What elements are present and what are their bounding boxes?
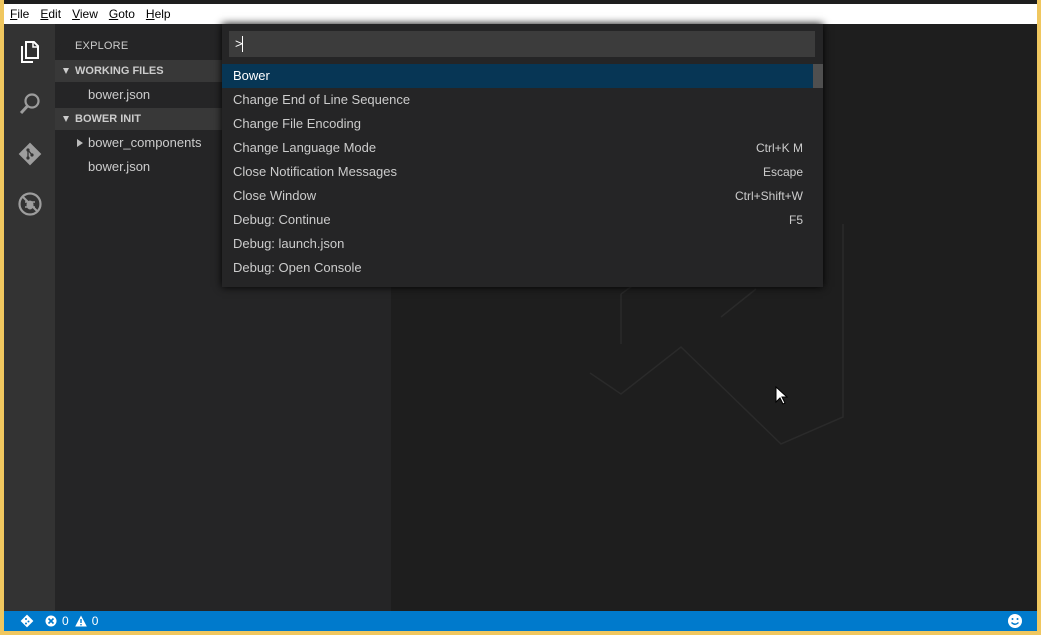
menu-view[interactable]: View [67,4,103,24]
menu-bar: File Edit View Goto Help [4,4,1037,24]
problems-indicator[interactable]: 0 0 [45,611,98,631]
tree-item-label: bower.json [88,159,151,174]
command-keybinding: F5 [788,213,803,227]
menu-help-label: elp [154,7,171,21]
command-keybinding: Escape [762,165,803,179]
command-item-debug-continue[interactable]: Debug: Continue F5 [222,208,815,232]
error-icon [45,615,57,627]
working-files-header-label: WORKING FILES [75,65,164,77]
project-header-label: BOWER INIT [75,113,141,125]
vscode-window: File Edit View Goto Help EXPLORE WORKING… [4,0,1037,631]
menu-goto-label: oto [118,7,135,21]
menu-help-mnemonic: H [145,7,155,21]
command-item-label: Change File Encoding [233,116,361,131]
command-item-bower[interactable]: Bower [222,64,815,88]
command-item-debug-open-console[interactable]: Debug: Open Console [222,256,815,280]
command-item-label: Change Language Mode [233,140,377,155]
command-item-label: Change End of Line Sequence [233,92,411,107]
command-item-label: Bower [233,68,270,83]
chevron-down-icon [63,68,69,74]
command-item-label: Close Window [233,188,317,203]
warning-count: 0 [91,614,99,628]
menu-view-mnemonic: V [72,7,80,21]
mouse-cursor-icon [775,386,789,405]
working-file-label: bower.json [88,87,151,102]
error-count: 0 [62,614,69,628]
command-item-close-window[interactable]: Close Window Ctrl+Shift+W [222,184,815,208]
search-icon[interactable] [4,80,55,128]
command-item-label: Debug: launch.json [233,236,345,251]
chevron-down-icon [63,116,69,122]
git-icon[interactable] [4,130,55,178]
menu-edit[interactable]: Edit [35,4,66,24]
feedback-smiley-icon[interactable] [1007,611,1023,631]
debug-icon[interactable] [4,180,55,228]
chevron-right-icon [77,139,83,147]
status-bar: 0 0 [4,611,1037,631]
command-item-change-language[interactable]: Change Language Mode Ctrl+K M [222,136,815,160]
tree-item-label: bower_components [88,135,202,150]
command-keybinding: Ctrl+K M [755,141,803,155]
files-icon[interactable] [4,28,55,76]
command-list-scrollbar[interactable] [813,64,823,88]
menu-file-label: ile [17,7,30,21]
menu-file[interactable]: File [4,4,34,24]
activity-bar [4,24,55,611]
command-item-close-notifications[interactable]: Close Notification Messages Escape [222,160,815,184]
command-item-label: Close Notification Messages [233,164,398,179]
menu-goto[interactable]: Goto [104,4,140,24]
command-item-label: Debug: Open Console [233,260,362,275]
menu-edit-label: dit [48,7,62,21]
git-branch-icon[interactable] [20,611,34,631]
command-item-label: Debug: Continue [233,212,331,227]
command-item-change-encoding[interactable]: Change File Encoding [222,112,815,136]
command-keybinding: Ctrl+Shift+W [734,189,803,203]
active-view-indicator [55,44,61,56]
command-list: Bower Change End of Line Sequence Change… [222,64,823,280]
explorer-title: EXPLORE [75,40,129,52]
command-item-debug-launch-json[interactable]: Debug: launch.json [222,232,815,256]
command-palette: Bower Change End of Line Sequence Change… [222,24,823,287]
menu-view-label: iew [79,7,98,21]
text-caret [242,36,243,52]
menu-help[interactable]: Help [141,4,176,24]
menu-goto-mnemonic: G [108,7,119,21]
warning-icon [74,615,87,627]
command-palette-input[interactable] [229,31,815,57]
command-item-change-eol[interactable]: Change End of Line Sequence [222,88,815,112]
